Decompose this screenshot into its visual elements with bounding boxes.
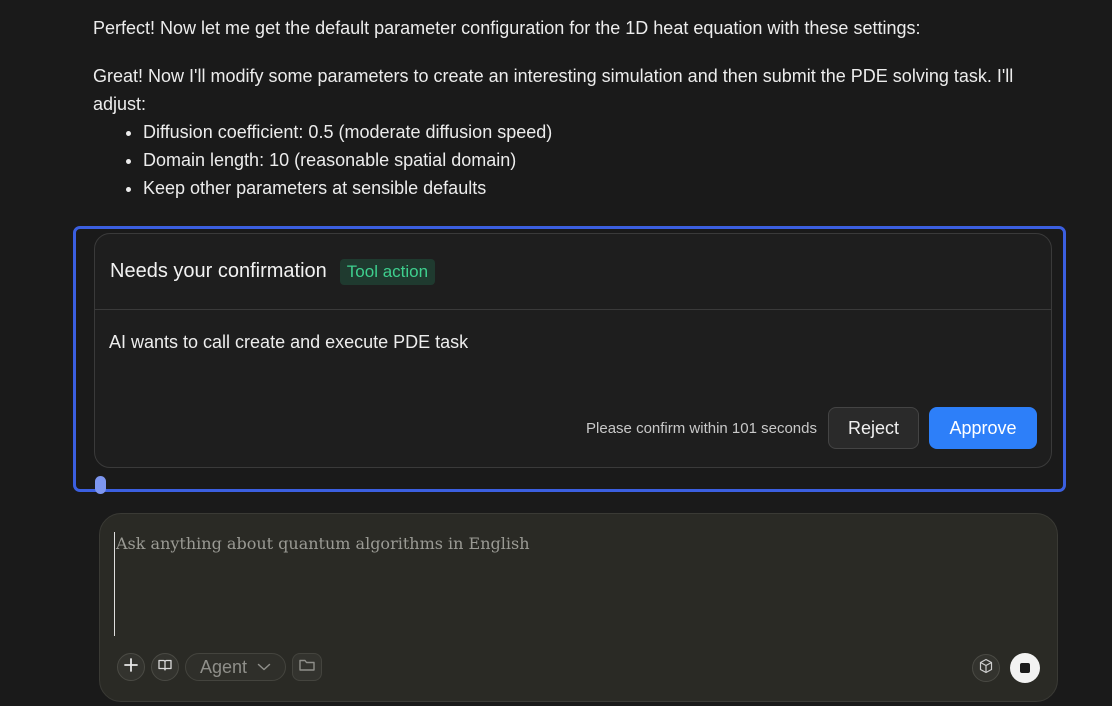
stop-icon — [1020, 663, 1030, 673]
plus-icon — [123, 657, 139, 678]
model-cube-button[interactable] — [972, 654, 1000, 682]
tool-action-badge: Tool action — [339, 258, 436, 285]
knowledge-button[interactable] — [151, 653, 179, 681]
chat-input[interactable] — [114, 532, 1018, 636]
confirmation-title: Needs your confirmation — [110, 260, 327, 282]
stop-generation-button[interactable] — [1010, 653, 1040, 683]
list-item: Domain length: 10 (reasonable spatial do… — [143, 146, 1053, 174]
message-paragraph-1: Perfect! Now let me get the default para… — [93, 18, 921, 38]
list-item: Diffusion coefficient: 0.5 (moderate dif… — [143, 118, 1053, 146]
parameter-list: Diffusion coefficient: 0.5 (moderate dif… — [93, 118, 1053, 202]
message-paragraph-2: Great! Now I'll modify some parameters t… — [93, 66, 1014, 114]
agent-mode-select[interactable]: Agent — [185, 653, 287, 681]
countdown-text: Please confirm within 101 seconds — [586, 419, 817, 437]
confirmation-header: Needs your confirmation Tool action — [95, 234, 1051, 310]
folder-icon — [298, 657, 316, 678]
composer-toolbar: Agent — [117, 653, 323, 681]
list-item: Keep other parameters at sensible defaul… — [143, 174, 1053, 202]
agent-mode-label: Agent — [200, 656, 248, 677]
confirmation-footer: Please confirm within 101 seconds Reject… — [586, 407, 1037, 449]
assistant-message: Perfect! Now let me get the default para… — [93, 14, 1053, 202]
approve-button[interactable]: Approve — [929, 407, 1037, 449]
scroll-handle[interactable] — [95, 476, 106, 494]
chat-page: Perfect! Now let me get the default para… — [0, 0, 1112, 706]
confirmation-card: Needs your confirmation Tool action AI w… — [94, 233, 1052, 468]
add-attachment-button[interactable] — [117, 653, 145, 681]
chevron-down-icon — [257, 662, 271, 672]
confirmation-message: AI wants to call create and execute PDE … — [109, 332, 469, 352]
reject-button[interactable]: Reject — [828, 407, 919, 449]
book-icon — [157, 657, 173, 678]
folder-button[interactable] — [292, 653, 323, 681]
composer-right-tools — [972, 653, 1040, 683]
chat-composer: Agent — [99, 513, 1058, 702]
cube-icon — [978, 658, 994, 679]
